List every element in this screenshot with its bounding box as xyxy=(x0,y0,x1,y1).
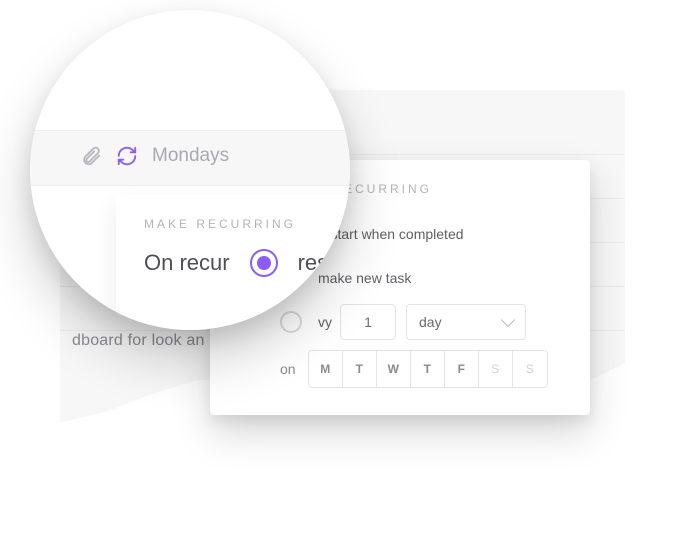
popover-title: MAKE RECURRING xyxy=(144,217,350,231)
paperclip-icon[interactable] xyxy=(80,145,102,167)
interval-unit-select[interactable]: day xyxy=(406,304,526,340)
on-recur-label: On recur xyxy=(144,250,230,276)
option-restart-short: resta xyxy=(298,250,347,276)
task-name-fragment: dboard for look an xyxy=(72,332,205,350)
days-of-week-row: on M T W T F S S xyxy=(280,350,566,388)
day-mon[interactable]: M xyxy=(309,351,343,387)
day-sat[interactable]: S xyxy=(479,351,513,387)
interval-unit-value: day xyxy=(419,314,442,330)
recurrence-label: Mondays xyxy=(152,145,229,167)
recurring-icon[interactable] xyxy=(116,145,138,167)
day-wed[interactable]: W xyxy=(377,351,411,387)
zoom-popover: MAKE RECURRING On recur resta xyxy=(116,195,350,330)
day-sun[interactable]: S xyxy=(513,351,547,387)
day-fri[interactable]: F xyxy=(445,351,479,387)
day-thu[interactable]: T xyxy=(411,351,445,387)
day-of-week-picker[interactable]: M T W T F S S xyxy=(308,350,548,388)
on-label: on xyxy=(280,361,294,377)
zoom-lens: Mondays MAKE RECURRING On recur resta xyxy=(30,10,350,330)
day-tue[interactable]: T xyxy=(343,351,377,387)
chevron-down-icon xyxy=(501,313,515,327)
radio-selected-icon[interactable] xyxy=(250,249,278,277)
